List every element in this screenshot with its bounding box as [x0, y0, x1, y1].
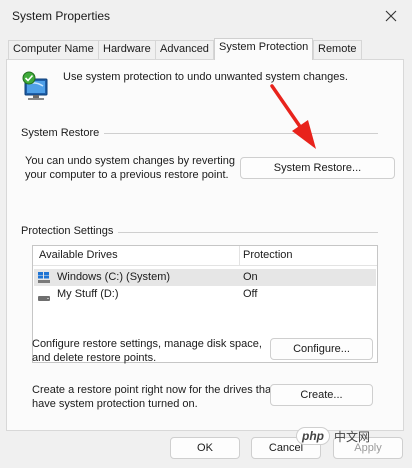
create-button[interactable]: Create...: [270, 384, 373, 406]
php-logo: php: [296, 427, 330, 445]
create-description-line1: Create a restore point right now for the…: [32, 384, 275, 396]
watermark: php 中文网: [296, 426, 396, 446]
protection-settings-divider: [115, 232, 378, 233]
tab-panel: Use system protection to undo unwanted s…: [6, 59, 404, 431]
protection-settings-title: Protection Settings: [21, 225, 119, 237]
watermark-text: 中文网: [334, 429, 371, 444]
tab-computer-name[interactable]: Computer Name: [8, 40, 99, 59]
drive-name: My Stuff (D:): [57, 288, 119, 300]
ok-button[interactable]: OK: [170, 437, 240, 459]
create-description-line2: have system protection turned on.: [32, 398, 198, 410]
drives-list-header: Available Drives Protection: [33, 246, 377, 266]
system-restore-button[interactable]: System Restore...: [240, 157, 395, 179]
column-divider: [239, 246, 240, 266]
php-logo-text: php: [302, 429, 324, 443]
drive-protection: Off: [243, 288, 258, 300]
intro-text: Use system protection to undo unwanted s…: [63, 71, 348, 83]
system-restore-description: You can undo system changes by reverting…: [25, 154, 235, 182]
windows-drive-icon: [38, 272, 50, 283]
close-icon[interactable]: [378, 4, 404, 28]
drive-name: Windows (C:) (System): [57, 271, 171, 283]
system-restore-description-line1: You can undo system changes by reverting: [25, 155, 235, 167]
window-title: System Properties: [12, 9, 111, 23]
tab-hardware[interactable]: Hardware: [98, 40, 156, 59]
drive-protection: On: [243, 271, 258, 283]
configure-description-line1: Configure restore settings, manage disk …: [32, 338, 262, 350]
system-restore-description-line2: your computer to a previous restore poin…: [25, 169, 229, 181]
tab-advanced[interactable]: Advanced: [155, 40, 214, 59]
configure-button[interactable]: Configure...: [270, 338, 373, 360]
drive-icon: [38, 292, 50, 301]
create-description: Create a restore point right now for the…: [32, 383, 274, 411]
column-protection[interactable]: Protection: [243, 249, 293, 261]
system-restore-divider: [99, 133, 378, 134]
tab-remote[interactable]: Remote: [313, 40, 362, 59]
column-available-drives[interactable]: Available Drives: [39, 249, 118, 261]
tab-system-protection[interactable]: System Protection: [214, 38, 314, 60]
drive-row[interactable]: My Stuff (D:) Off: [34, 286, 376, 303]
system-protection-icon: [19, 70, 55, 104]
configure-description-line2: and delete restore points.: [32, 352, 157, 364]
system-restore-title: System Restore: [21, 127, 105, 139]
configure-description: Configure restore settings, manage disk …: [32, 337, 262, 365]
drive-row[interactable]: Windows (C:) (System) On: [34, 269, 376, 286]
